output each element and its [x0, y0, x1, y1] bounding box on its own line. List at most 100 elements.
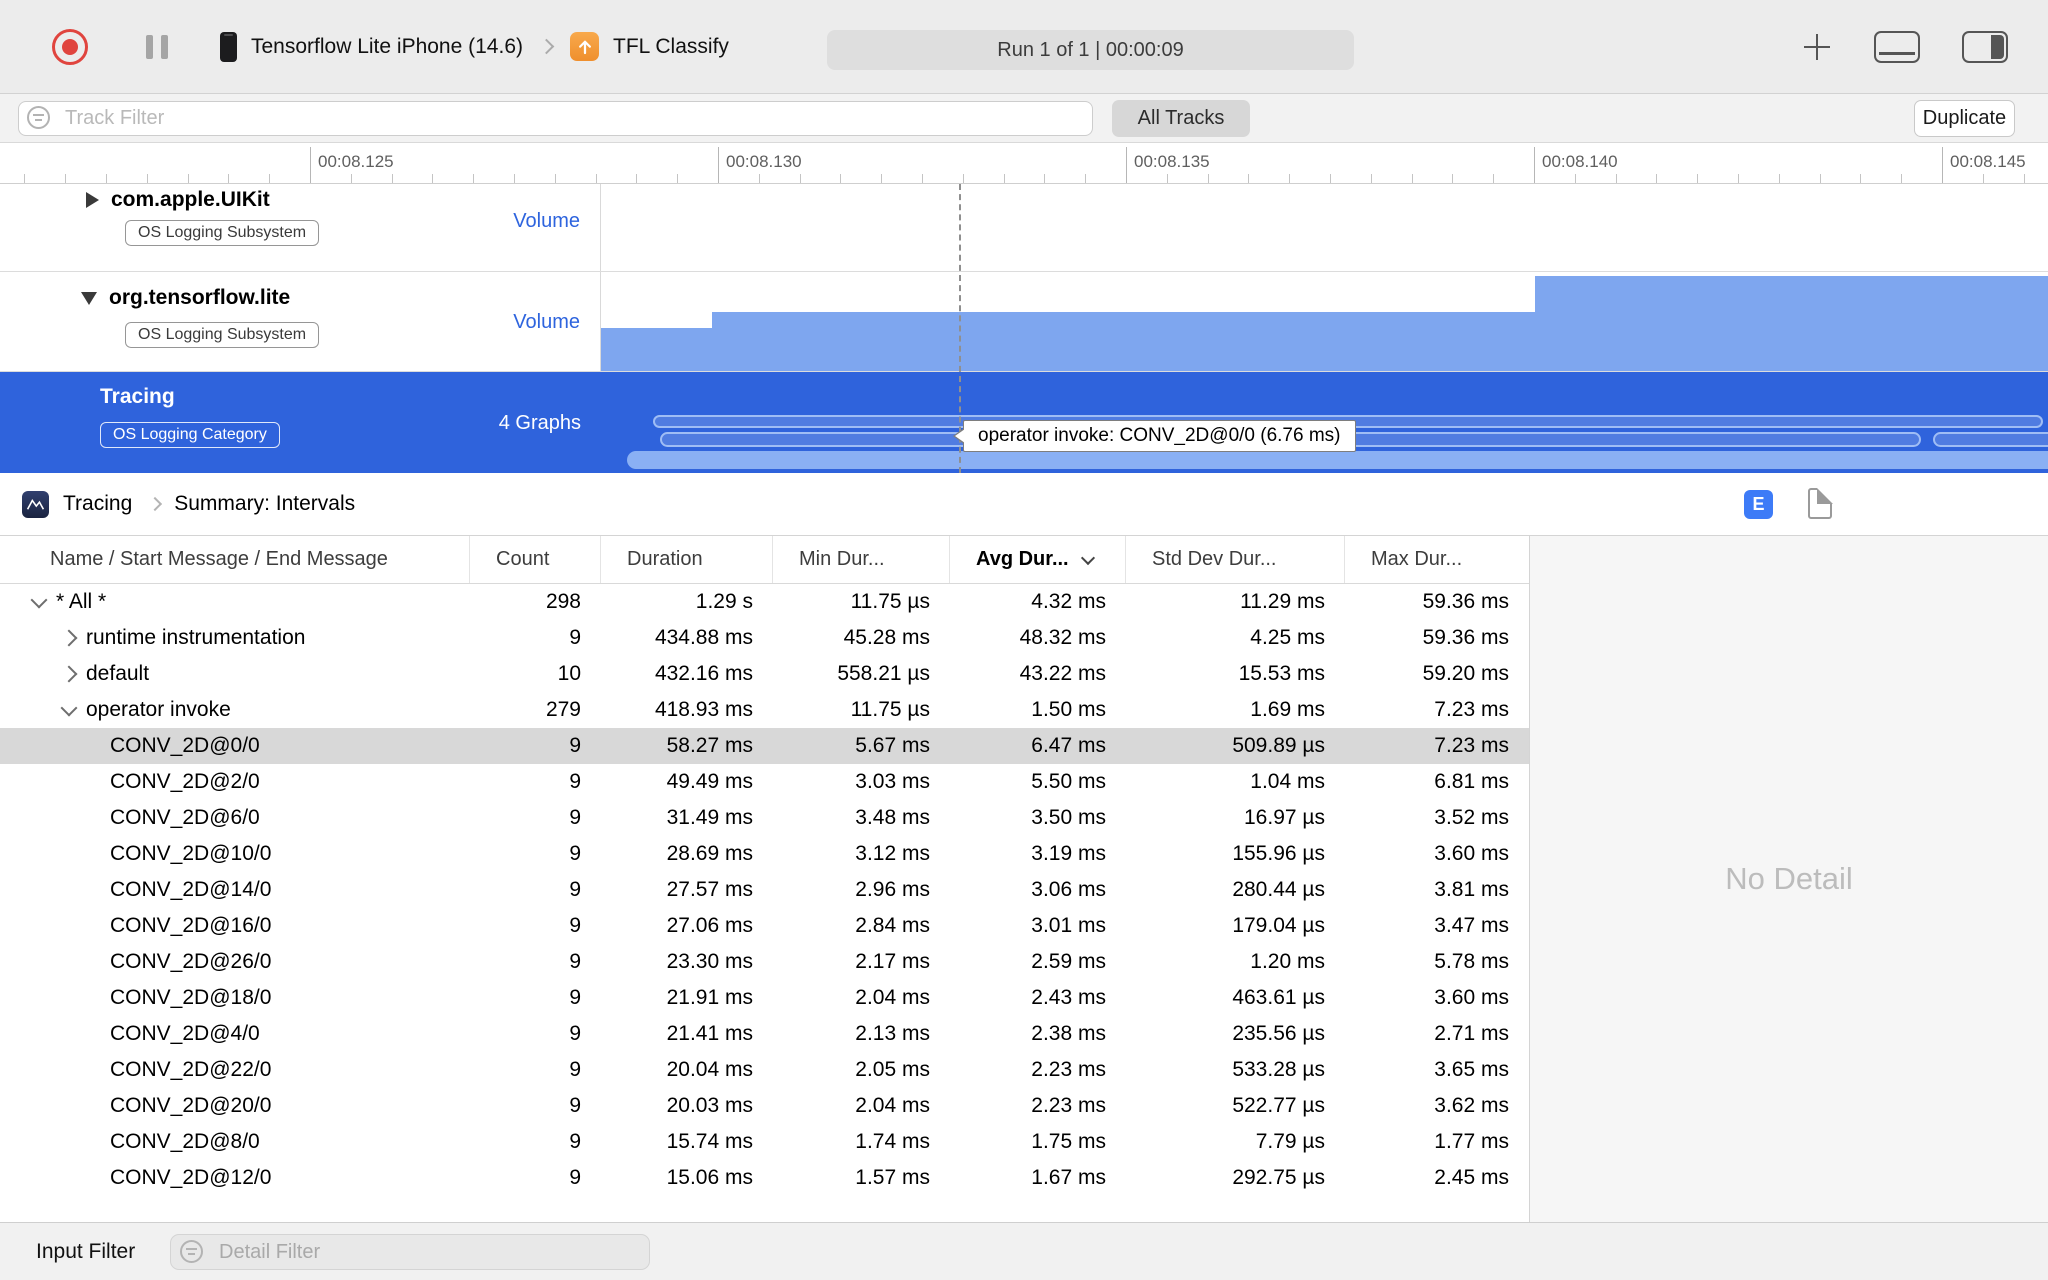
- column-header-duration[interactable]: Duration: [601, 536, 773, 583]
- disclosure-down-icon[interactable]: [81, 291, 97, 305]
- column-header-name[interactable]: Name / Start Message / End Message: [0, 536, 470, 583]
- chevron-down-icon[interactable]: [22, 598, 56, 606]
- table-row[interactable]: CONV_2D@8/0 9 15.74 ms 1.74 ms 1.75 ms 7.79 µ…: [0, 1124, 1529, 1160]
- table-row[interactable]: CONV_2D@26/0 9 23.30 ms 2.17 ms 2.59 ms 1.20 …: [0, 944, 1529, 980]
- cell-std: 235.56 µs: [1232, 1022, 1325, 1045]
- table-row[interactable]: CONV_2D@10/0 9 28.69 ms 3.12 ms 3.19 ms 155.9…: [0, 836, 1529, 872]
- cell-count: 9: [569, 986, 581, 1009]
- track-com-apple-uikit[interactable]: com.apple.UIKit OS Logging Subsystem Vol…: [0, 184, 2048, 272]
- column-header-std[interactable]: Std Dev Dur...: [1126, 536, 1345, 583]
- cell-std: 292.75 µs: [1232, 1166, 1325, 1189]
- all-tracks-button[interactable]: All Tracks: [1112, 100, 1250, 137]
- table-row[interactable]: CONV_2D@22/0 9 20.04 ms 2.05 ms 2.23 ms 533.2…: [0, 1052, 1529, 1088]
- ruler-tick: [1411, 174, 1413, 183]
- breadcrumb-page[interactable]: Summary: Intervals: [174, 492, 355, 516]
- cell-min: 5.67 ms: [855, 734, 930, 757]
- table-header: Name / Start Message / End Message Count…: [0, 536, 1529, 584]
- table-row[interactable]: CONV_2D@14/0 9 27.57 ms 2.96 ms 3.06 ms 280.4…: [0, 872, 1529, 908]
- track-lane[interactable]: operator invoke: CONV_2D@0/0 (6.76 ms): [601, 372, 2048, 473]
- disclosure-right-icon[interactable]: [86, 192, 99, 208]
- ruler-tick: [187, 174, 189, 183]
- ruler-tick: [922, 174, 923, 183]
- cell-max: 6.81 ms: [1434, 770, 1509, 793]
- track-lane[interactable]: [601, 184, 2048, 271]
- cell-count: 279: [545, 698, 581, 721]
- device-name[interactable]: Tensorflow Lite iPhone (14.6): [251, 35, 523, 59]
- cell-count: 9: [569, 734, 581, 757]
- track-tracing[interactable]: Tracing OS Logging Category 4 Graphs ope…: [0, 372, 2048, 473]
- cell-duration: 31.49 ms: [666, 806, 753, 829]
- instruments-window: Tensorflow Lite iPhone (14.6) TFL Classi…: [0, 0, 2048, 1280]
- breadcrumb-instrument[interactable]: Tracing: [63, 492, 132, 516]
- track-filter-input[interactable]: [18, 101, 1093, 136]
- column-header-min[interactable]: Min Dur...: [773, 536, 950, 583]
- cell-duration: 434.88 ms: [654, 626, 753, 649]
- track-header[interactable]: com.apple.UIKit OS Logging Subsystem Vol…: [0, 184, 601, 271]
- toggle-right-panel-button[interactable]: [1962, 30, 2008, 63]
- table-row[interactable]: CONV_2D@20/0 9 20.03 ms 2.04 ms 2.23 ms 522.7…: [0, 1088, 1529, 1124]
- duplicate-button[interactable]: Duplicate: [1914, 100, 2015, 137]
- column-header-max[interactable]: Max Dur...: [1345, 536, 1529, 583]
- cell-avg: 5.50 ms: [1031, 770, 1106, 793]
- input-filter-label[interactable]: Input Filter: [36, 1223, 135, 1280]
- pause-button[interactable]: [146, 34, 168, 59]
- table-row[interactable]: CONV_2D@4/0 9 21.41 ms 2.13 ms 2.38 ms 235.56…: [0, 1016, 1529, 1052]
- chevron-right-icon[interactable]: [52, 668, 86, 680]
- add-instrument-button[interactable]: [1802, 32, 1832, 62]
- chevron-right-icon: [148, 496, 163, 512]
- ruler-tick: [1289, 174, 1291, 183]
- ruler-tick: [1248, 174, 1250, 183]
- cell-min: 2.13 ms: [855, 1022, 930, 1045]
- interval-graph-bar[interactable]: [1933, 432, 2048, 447]
- cell-avg: 48.32 ms: [1019, 626, 1106, 649]
- table-row[interactable]: CONV_2D@2/0 9 49.49 ms 3.03 ms 5.50 ms 1.04 m…: [0, 764, 1529, 800]
- table-row[interactable]: CONV_2D@0/0 9 58.27 ms 5.67 ms 6.47 ms 509.89…: [0, 728, 1529, 764]
- cell-duration: 1.29 s: [695, 590, 753, 613]
- ruler-label: 00:08.145: [1950, 152, 2026, 171]
- track-lane[interactable]: [601, 272, 2048, 371]
- toggle-bottom-panel-button[interactable]: [1874, 30, 1920, 63]
- table-row[interactable]: operator invoke 279 418.93 ms 11.75 µs 1.50 …: [0, 692, 1529, 728]
- table-row[interactable]: * All * 298 1.29 s 11.75 µs 4.32 ms 11.29 ms 5…: [0, 584, 1529, 620]
- track-header[interactable]: org.tensorflow.lite OS Logging Subsystem…: [0, 272, 601, 371]
- interval-graph-bar[interactable]: [627, 451, 2048, 469]
- track-badge: OS Logging Category: [100, 422, 280, 448]
- device-target-selector[interactable]: Tensorflow Lite iPhone (14.6) TFL Classi…: [220, 31, 729, 62]
- chevron-down-icon[interactable]: [52, 706, 86, 714]
- track-header[interactable]: Tracing OS Logging Category 4 Graphs: [0, 372, 601, 473]
- cell-count: 9: [569, 1022, 581, 1045]
- timeline-ruler[interactable]: 00:08.125 00:08.130 00:08.135 00:08.140 00:0…: [0, 143, 2048, 184]
- table-row[interactable]: CONV_2D@12/0 9 15.06 ms 1.57 ms 1.67 ms 292.7…: [0, 1160, 1529, 1196]
- cell-duration: 27.06 ms: [666, 914, 753, 937]
- cell-count: 9: [569, 914, 581, 937]
- cell-name: default: [0, 656, 470, 692]
- cell-name: CONV_2D@22/0: [0, 1052, 470, 1088]
- cell-min: 1.74 ms: [855, 1130, 930, 1153]
- column-header-avg[interactable]: Avg Dur...: [950, 536, 1126, 583]
- expanded-detail-button[interactable]: E: [1744, 490, 1773, 519]
- cell-std: 522.77 µs: [1232, 1094, 1325, 1117]
- row-label: CONV_2D@0/0: [110, 734, 260, 757]
- record-button[interactable]: [52, 28, 88, 65]
- sort-chevron-icon: [1080, 550, 1095, 565]
- row-label: CONV_2D@20/0: [110, 1094, 272, 1117]
- table-row[interactable]: CONV_2D@16/0 9 27.06 ms 2.84 ms 3.01 ms 179.0…: [0, 908, 1529, 944]
- chevron-right-icon[interactable]: [52, 632, 86, 644]
- cell-name: CONV_2D@26/0: [0, 944, 470, 980]
- cell-duration: 58.27 ms: [666, 734, 753, 757]
- table-row[interactable]: CONV_2D@6/0 9 31.49 ms 3.48 ms 3.50 ms 16.97 …: [0, 800, 1529, 836]
- target-name[interactable]: TFL Classify: [613, 35, 729, 59]
- cell-name: CONV_2D@20/0: [0, 1088, 470, 1124]
- column-header-count[interactable]: Count: [470, 536, 601, 583]
- ruler-tick: [595, 174, 597, 183]
- tracks-area: com.apple.UIKit OS Logging Subsystem Vol…: [0, 184, 2048, 473]
- track-name: com.apple.UIKit: [111, 188, 270, 211]
- table-row[interactable]: runtime instrumentation 9 434.88 ms 45.28 m…: [0, 620, 1529, 656]
- track-org-tensorflow-lite[interactable]: org.tensorflow.lite OS Logging Subsystem…: [0, 272, 2048, 372]
- ruler-tick: [1982, 174, 1984, 183]
- detail-filter-input[interactable]: [170, 1234, 650, 1270]
- table-row[interactable]: CONV_2D@18/0 9 21.91 ms 2.04 ms 2.43 ms 463.6…: [0, 980, 1529, 1016]
- document-icon[interactable]: [1808, 487, 1833, 519]
- cell-count: 9: [569, 878, 581, 901]
- table-row[interactable]: default 10 432.16 ms 558.21 µs 43.22 ms 15.53…: [0, 656, 1529, 692]
